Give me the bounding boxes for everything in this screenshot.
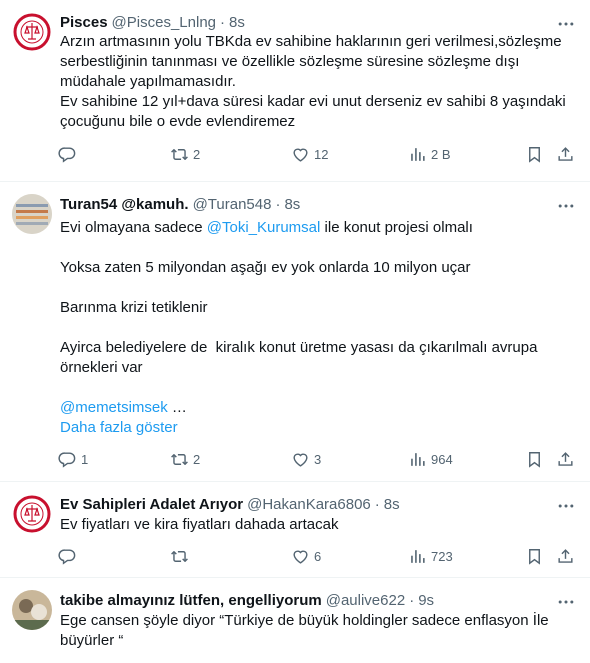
author-handle[interactable]: @aulive622 bbox=[326, 592, 405, 609]
bookmark-icon bbox=[525, 145, 544, 164]
view-count: 723 bbox=[431, 549, 453, 564]
separator-dot: · bbox=[220, 13, 225, 31]
tweet-text: Arzın artmasının yolu TBKda ev sahibine … bbox=[60, 33, 566, 130]
tweet-text-part: Evi olmayana sadece bbox=[60, 219, 207, 236]
tweet-header: Turan54 @kamuh. @Turan548 · 8s bbox=[60, 194, 574, 214]
tweet-text: Evi olmayana sadece @Toki_Kurumsal ile k… bbox=[60, 218, 574, 418]
retweet-button[interactable]: 2 bbox=[170, 450, 200, 469]
like-icon bbox=[291, 450, 310, 469]
retweet-button[interactable]: 2 bbox=[170, 145, 200, 164]
avatar[interactable] bbox=[12, 590, 52, 630]
share-icon bbox=[556, 450, 575, 469]
views-button[interactable]: 2 B bbox=[408, 145, 451, 164]
mention-link[interactable]: @memetsimsek bbox=[60, 399, 168, 416]
action-bar: 1 2 3 964 bbox=[58, 441, 574, 479]
more-icon[interactable] bbox=[556, 496, 576, 516]
mention-link[interactable]: @Toki_Kurumsal bbox=[207, 219, 321, 236]
seal-logo-icon bbox=[12, 12, 52, 52]
retweet-count: 2 bbox=[193, 452, 201, 467]
view-count: 2 B bbox=[431, 147, 451, 162]
like-count: 3 bbox=[314, 452, 322, 467]
show-more-link[interactable]: Daha fazla göster bbox=[60, 418, 574, 438]
tweet-header: Ev Sahipleri Adalet Arıyor @HakanKara680… bbox=[60, 494, 574, 514]
views-button[interactable]: 964 bbox=[408, 450, 453, 469]
tweet-time[interactable]: 8s bbox=[284, 196, 300, 213]
tweet-header: Pisces @Pisces_Lnlng · 8s bbox=[60, 12, 574, 32]
avatar-image bbox=[12, 194, 52, 234]
retweet-icon bbox=[170, 145, 189, 164]
tweet-time[interactable]: 8s bbox=[384, 496, 400, 513]
like-button[interactable]: 6 bbox=[291, 547, 321, 566]
views-icon bbox=[408, 145, 427, 164]
tweet-time[interactable]: 8s bbox=[229, 14, 245, 31]
reply-button[interactable]: 1 bbox=[58, 450, 88, 469]
tweet-text: Ev fiyatları ve kira fiyatları dahada ar… bbox=[60, 516, 339, 533]
action-bar: 2 12 2 B bbox=[58, 136, 574, 174]
bookmark-button[interactable] bbox=[525, 547, 544, 566]
avatar[interactable] bbox=[12, 12, 52, 52]
views-icon bbox=[408, 547, 427, 566]
like-button[interactable]: 3 bbox=[291, 450, 321, 469]
retweet-icon bbox=[170, 547, 189, 566]
more-icon[interactable] bbox=[556, 196, 576, 216]
like-icon bbox=[291, 547, 310, 566]
separator-dot: · bbox=[374, 495, 380, 513]
like-button[interactable]: 12 bbox=[291, 145, 328, 164]
tweet-text: Ege cansen şöyle diyor “Türkiye de büyük… bbox=[60, 612, 553, 649]
reply-button[interactable] bbox=[58, 145, 81, 164]
more-icon[interactable] bbox=[556, 592, 576, 612]
like-count: 6 bbox=[314, 549, 322, 564]
reply-icon bbox=[58, 450, 77, 469]
bookmark-button[interactable] bbox=[525, 450, 544, 469]
reply-count: 1 bbox=[81, 452, 89, 467]
author-name[interactable]: Turan54 @kamuh. bbox=[60, 196, 189, 213]
author-name[interactable]: Ev Sahipleri Adalet Arıyor bbox=[60, 496, 243, 513]
separator-dot: · bbox=[275, 195, 281, 213]
bookmark-icon bbox=[525, 450, 544, 469]
more-icon[interactable] bbox=[556, 14, 576, 34]
share-icon bbox=[556, 547, 575, 566]
author-name[interactable]: takibe almayınız lütfen, engelliyorum bbox=[60, 592, 322, 609]
separator-dot: · bbox=[409, 591, 415, 609]
retweet-count: 2 bbox=[193, 147, 201, 162]
views-icon bbox=[408, 450, 427, 469]
tweet-item[interactable]: takibe almayınız lütfen, engelliyorum @a… bbox=[0, 578, 590, 663]
reply-icon bbox=[58, 547, 77, 566]
ellipsis: … bbox=[167, 399, 187, 416]
retweet-button[interactable] bbox=[170, 547, 193, 566]
tweet-item[interactable]: Ev Sahipleri Adalet Arıyor @HakanKara680… bbox=[0, 482, 590, 578]
bookmark-button[interactable] bbox=[525, 145, 544, 164]
tweet-item[interactable]: Pisces @Pisces_Lnlng · 8s Arzın artmasın… bbox=[0, 0, 590, 182]
avatar-image bbox=[12, 590, 52, 630]
bookmark-icon bbox=[525, 547, 544, 566]
action-bar: 6 723 bbox=[58, 538, 574, 576]
avatar[interactable] bbox=[12, 194, 52, 234]
seal-logo-icon bbox=[12, 494, 52, 534]
tweet-text-part: ile konut projesi olmalı Yoksa zaten 5 m… bbox=[60, 219, 538, 376]
reply-icon bbox=[58, 145, 77, 164]
author-handle[interactable]: @Turan548 bbox=[193, 196, 272, 213]
like-icon bbox=[291, 145, 310, 164]
author-handle[interactable]: @Pisces_Lnlng bbox=[112, 14, 216, 31]
tweet-item[interactable]: Turan54 @kamuh. @Turan548 · 8s Evi olmay… bbox=[0, 182, 590, 482]
share-button[interactable] bbox=[556, 145, 575, 164]
share-button[interactable] bbox=[556, 547, 575, 566]
tweet-time[interactable]: 9s bbox=[418, 592, 434, 609]
view-count: 964 bbox=[431, 452, 453, 467]
retweet-icon bbox=[170, 450, 189, 469]
tweet-feed: Pisces @Pisces_Lnlng · 8s Arzın artmasın… bbox=[0, 0, 590, 663]
author-name[interactable]: Pisces bbox=[60, 14, 108, 31]
avatar[interactable] bbox=[12, 494, 52, 534]
tweet-header: takibe almayınız lütfen, engelliyorum @a… bbox=[60, 590, 574, 610]
share-button[interactable] bbox=[556, 450, 575, 469]
reply-button[interactable] bbox=[58, 547, 81, 566]
author-handle[interactable]: @HakanKara6806 bbox=[247, 496, 371, 513]
views-button[interactable]: 723 bbox=[408, 547, 453, 566]
like-count: 12 bbox=[314, 147, 329, 162]
share-icon bbox=[556, 145, 575, 164]
